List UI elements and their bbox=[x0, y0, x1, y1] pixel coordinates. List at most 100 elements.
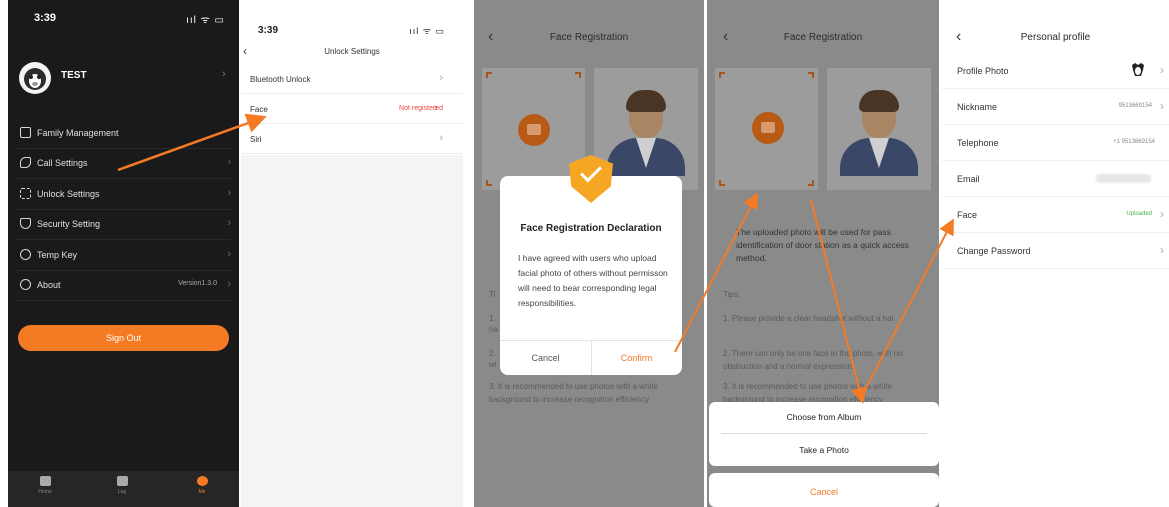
tip-text: wi bbox=[489, 360, 497, 369]
tab-label: Me bbox=[198, 489, 206, 495]
tips-heading: Tips: bbox=[723, 290, 741, 299]
description-text: The uploaded photo will be used for pass… bbox=[736, 227, 909, 263]
face-registration-photo-source-screen: ‹ Face Registration The uploaded photo w… bbox=[707, 0, 939, 507]
take-photo-button[interactable]: Take a Photo bbox=[709, 445, 939, 455]
camera-icon[interactable] bbox=[518, 114, 550, 146]
tip-text: 2. There can only be one face in the pho… bbox=[723, 349, 903, 371]
row-change-password[interactable]: Change Password › bbox=[942, 233, 1169, 269]
family-icon bbox=[20, 127, 31, 138]
grid-icon bbox=[20, 188, 31, 199]
phone-icon bbox=[20, 157, 31, 168]
dialog-confirm-button[interactable]: Confirm bbox=[591, 353, 682, 363]
sample-photo bbox=[827, 68, 931, 190]
unlock-settings-screen: 3:39 ııl ᯤ ▭ ‹ Unlock Settings Bluetooth… bbox=[241, 0, 463, 155]
row-nickname[interactable]: Nickname 9513669154 › bbox=[942, 89, 1169, 125]
chevron-right-icon: › bbox=[1160, 63, 1164, 77]
menu-item-family-management[interactable]: Family Management bbox=[16, 119, 231, 149]
log-icon bbox=[116, 476, 128, 486]
sample-person-icon bbox=[601, 90, 691, 190]
tab-me[interactable]: Me bbox=[187, 476, 217, 495]
menu-item-temp-key[interactable]: Temp Key › bbox=[16, 241, 231, 271]
personal-profile-screen: ‹ Personal profile Profile Photo › Nickn… bbox=[942, 0, 1169, 507]
menu-item-label: About bbox=[37, 280, 61, 290]
choose-from-album-button[interactable]: Choose from Album bbox=[709, 412, 939, 422]
menu-item-label: Call Settings bbox=[37, 158, 88, 168]
row-label: Email bbox=[957, 174, 980, 184]
chevron-right-icon: › bbox=[439, 132, 443, 144]
key-icon bbox=[20, 249, 31, 260]
sample-person-icon bbox=[834, 90, 924, 190]
tab-label: Home bbox=[38, 489, 52, 495]
menu-item-label: Security Setting bbox=[37, 219, 101, 229]
row-telephone: Telephone +1 9513669154 bbox=[942, 125, 1169, 161]
upload-photo-area[interactable] bbox=[482, 68, 585, 190]
dialog-title: Face Registration Declaration bbox=[520, 223, 662, 234]
version-text: Version1.3.0 bbox=[178, 280, 217, 287]
menu-item-label: Unlock Settings bbox=[37, 189, 100, 199]
frame-corner bbox=[486, 180, 492, 186]
tab-log[interactable]: Log bbox=[107, 476, 137, 495]
page-title: Personal profile bbox=[1020, 32, 1091, 43]
row-bluetooth-unlock[interactable]: Bluetooth Unlock › bbox=[241, 65, 463, 94]
frame-corner bbox=[719, 180, 725, 186]
user-name: TEST bbox=[61, 70, 87, 81]
dialog-cancel-button[interactable]: Cancel bbox=[500, 353, 591, 363]
menu-item-security-setting[interactable]: Security Setting › bbox=[16, 210, 231, 240]
chevron-right-icon: › bbox=[227, 217, 231, 229]
upload-photo-area[interactable] bbox=[715, 68, 818, 190]
menu-item-about[interactable]: About Version1.3.0 › bbox=[16, 271, 231, 301]
email-value-redacted bbox=[1096, 174, 1151, 183]
row-label: Profile Photo bbox=[957, 66, 1009, 76]
status-icons: ııl ᯤ ▭ bbox=[409, 26, 445, 36]
app-menu-screen: 3:39 ııl ᯤ ▭ TEST › Family Management Ca… bbox=[8, 0, 239, 507]
tab-home[interactable]: Home bbox=[30, 476, 60, 495]
me-icon bbox=[196, 476, 208, 486]
sign-out-button[interactable]: Sign Out bbox=[18, 325, 229, 351]
frame-corner bbox=[808, 180, 814, 186]
empty-area bbox=[241, 155, 463, 507]
row-label: Siri bbox=[250, 135, 262, 144]
telephone-value: +1 9513669154 bbox=[1113, 139, 1155, 145]
status-time: 3:39 bbox=[34, 12, 57, 24]
divider bbox=[721, 433, 927, 434]
tab-label: Log bbox=[117, 489, 127, 495]
tip-text: 3. It is recommended to use photos with … bbox=[489, 382, 658, 404]
action-sheet-cancel-button[interactable]: Cancel bbox=[709, 487, 939, 497]
chevron-right-icon: › bbox=[227, 187, 231, 199]
row-label: Nickname bbox=[957, 102, 998, 112]
nickname-value: 9513669154 bbox=[1118, 103, 1152, 109]
profile-avatar bbox=[1129, 61, 1147, 79]
page-title: Face Registration bbox=[549, 32, 629, 43]
row-label: Change Password bbox=[957, 246, 1031, 256]
frame-corner bbox=[808, 72, 814, 78]
row-label: Telephone bbox=[957, 138, 999, 148]
chevron-right-icon: › bbox=[1160, 243, 1164, 257]
row-face[interactable]: Face Not registered bbox=[241, 95, 463, 124]
chevron-right-icon: › bbox=[439, 72, 443, 84]
home-icon bbox=[39, 476, 51, 486]
status-icons: ııl ᯤ ▭ bbox=[186, 15, 225, 26]
frame-corner bbox=[486, 72, 492, 78]
chevron-right-icon[interactable]: › bbox=[222, 68, 226, 80]
avatar[interactable] bbox=[19, 62, 51, 94]
menu-item-unlock-settings[interactable]: Unlock Settings › bbox=[16, 180, 231, 210]
row-face[interactable]: Face Uploaded › bbox=[942, 197, 1169, 233]
tips-heading: Ti bbox=[489, 290, 496, 299]
chevron-right-icon: › bbox=[434, 102, 438, 114]
chevron-right-icon: › bbox=[227, 248, 231, 260]
chevron-right-icon: › bbox=[227, 156, 231, 168]
page-title: Face Registration bbox=[783, 32, 863, 43]
menu-item-label: Family Management bbox=[37, 128, 119, 138]
tip-text: ha bbox=[489, 325, 498, 334]
face-status: Uploaded bbox=[1126, 211, 1152, 217]
tip-text: 1. Please provide a clear headshot witho… bbox=[723, 314, 894, 323]
chevron-right-icon: › bbox=[1160, 99, 1164, 113]
camera-icon[interactable] bbox=[752, 112, 784, 144]
chevron-right-icon: › bbox=[1160, 207, 1164, 221]
menu-item-call-settings[interactable]: Call Settings › bbox=[16, 149, 231, 179]
row-siri[interactable]: Siri › bbox=[241, 125, 463, 154]
face-registration-declaration-screen: ‹ Face Registration Ti 1. ha 2. wi 3. It… bbox=[474, 0, 704, 507]
chevron-right-icon: › bbox=[227, 278, 231, 290]
status-time: 3:39 bbox=[258, 25, 279, 36]
frame-corner bbox=[719, 72, 725, 78]
